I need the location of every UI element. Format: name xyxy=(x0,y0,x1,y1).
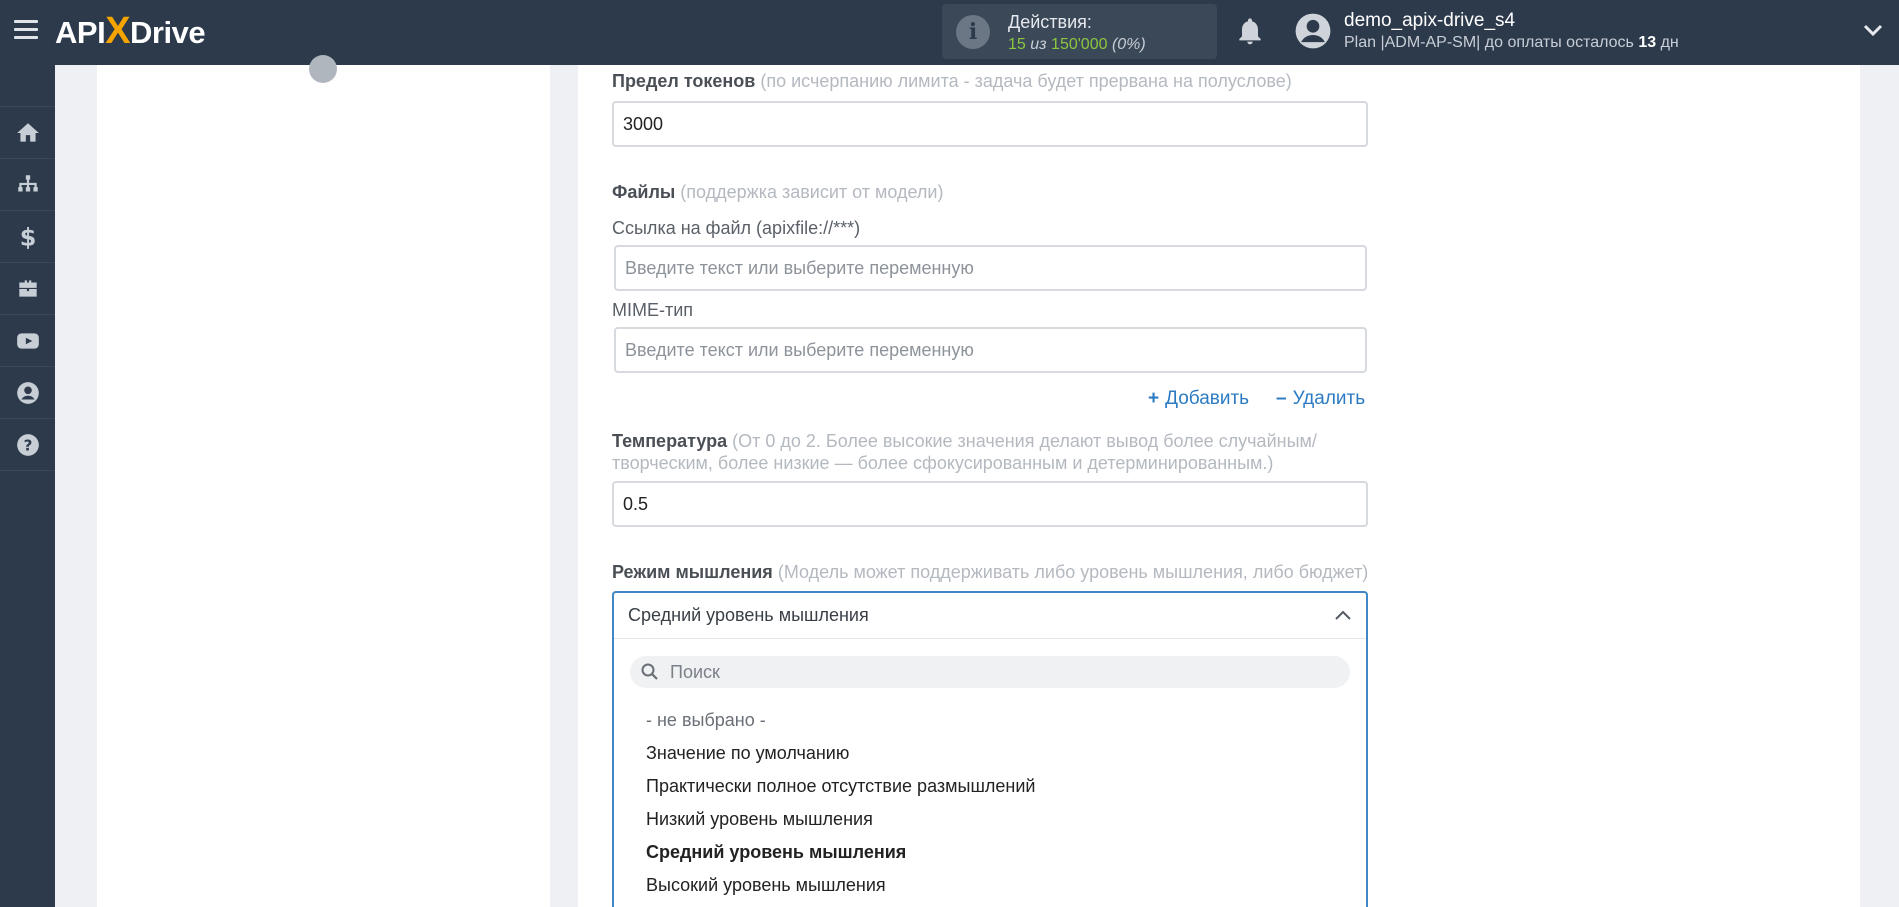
user-name[interactable]: demo_apix-drive_s4 xyxy=(1344,10,1515,32)
logo[interactable]: APIXDrive xyxy=(55,10,206,52)
mime-type-input[interactable]: Введите текст или выберите переменную xyxy=(614,327,1367,373)
actions-of: из xyxy=(1030,36,1047,53)
files-label: Файлы (поддержка зависит от модели) xyxy=(612,182,943,203)
file-link-input[interactable]: Введите текст или выберите переменную xyxy=(614,245,1367,291)
tokens-hint: (по исчерпанию лимита - задача будет пре… xyxy=(760,71,1292,91)
search-icon xyxy=(641,663,658,680)
search-placeholder: Поиск xyxy=(670,662,720,682)
menu-icon[interactable] xyxy=(14,20,38,40)
tokens-label-text: Предел токенов xyxy=(612,71,756,91)
option-minimal[interactable]: Практически полное отсутствие размышлени… xyxy=(646,776,1035,797)
logo-text-left: API xyxy=(55,15,106,50)
user-icon xyxy=(16,381,39,404)
add-file-label: Добавить xyxy=(1165,388,1250,409)
plan-text: Plan |ADM-AP-SM| до оплаты осталось xyxy=(1344,34,1634,51)
top-bar: APIXDrive i Действия: 15 из 150'000 (0%)… xyxy=(0,0,1899,65)
minus-icon: – xyxy=(1276,388,1287,409)
step-dot-icon xyxy=(309,55,337,83)
user-plan: Plan |ADM-AP-SM| до оплаты осталось 13 д… xyxy=(1344,34,1679,52)
avatar[interactable] xyxy=(1294,12,1332,50)
thinking-mode-hint: (Модель может поддерживать либо уровень … xyxy=(777,562,1369,582)
remove-file-label: Удалить xyxy=(1292,388,1366,409)
option-default[interactable]: Значение по умолчанию xyxy=(646,743,849,764)
files-label-text: Файлы xyxy=(612,182,676,202)
temperature-label-text: Температура xyxy=(612,431,728,451)
svg-text:$: $ xyxy=(19,224,36,250)
left-panel xyxy=(97,55,550,907)
tokens-label: Предел токенов (по исчерпанию лимита - з… xyxy=(612,71,1292,92)
sitemap-icon xyxy=(17,174,38,191)
file-link-label: Ссылка на файл (apixfile://***) xyxy=(612,218,861,238)
temperature-input[interactable]: 0.5 xyxy=(612,481,1368,527)
option-low[interactable]: Низкий уровень мышления xyxy=(646,809,873,830)
thinking-mode-label-text: Режим мышления xyxy=(612,562,773,582)
actions-percent: (0%) xyxy=(1111,36,1146,53)
actions-total: 150'000 xyxy=(1051,36,1108,53)
sidebar-item-billing[interactable]: $ xyxy=(0,211,55,263)
thinking-mode-select-head[interactable]: Средний уровень мышления xyxy=(614,593,1366,639)
remove-file-button[interactable]: – Удалить xyxy=(1276,388,1365,410)
sidebar-item-home[interactable] xyxy=(0,107,55,159)
sidebar-item-connections[interactable] xyxy=(0,159,55,211)
actions-label: Действия: xyxy=(1008,12,1092,32)
sidebar-item-profile[interactable] xyxy=(0,367,55,419)
info-icon: i xyxy=(956,15,990,49)
briefcase-icon xyxy=(18,279,37,297)
plan-days-unit: дн xyxy=(1660,34,1679,51)
plus-icon: + xyxy=(1148,388,1160,409)
youtube-icon xyxy=(16,332,39,349)
sidebar-item-help[interactable]: ? xyxy=(0,419,55,471)
plan-days: 13 xyxy=(1638,34,1657,51)
sidebar-item-services[interactable] xyxy=(0,263,55,315)
files-hint: (поддержка зависит от модели) xyxy=(680,182,944,202)
chevron-up-icon[interactable] xyxy=(1334,608,1352,622)
logo-text-right: Drive xyxy=(130,15,206,50)
sidebar-spacer xyxy=(0,65,55,107)
home-icon xyxy=(16,122,39,142)
sidebar: $ ? xyxy=(0,65,55,907)
add-file-button[interactable]: + Добавить xyxy=(1148,388,1249,410)
temperature-label: Температура (От 0 до 2. Более высокие зн… xyxy=(612,430,1372,474)
logo-text-x: X xyxy=(105,10,131,52)
actions-widget[interactable]: i Действия: 15 из 150'000 (0%) xyxy=(942,4,1217,59)
svg-text:?: ? xyxy=(23,436,32,454)
dollar-icon: $ xyxy=(19,224,36,250)
actions-used: 15 xyxy=(1008,36,1026,53)
thinking-mode-select[interactable]: Средний уровень мышления Поиск - не выбр… xyxy=(612,591,1368,907)
help-icon: ? xyxy=(16,433,39,456)
option-high[interactable]: Высокий уровень мышления xyxy=(646,875,886,896)
chevron-down-icon[interactable] xyxy=(1862,22,1884,38)
thinking-mode-label: Режим мышления (Модель может поддерживат… xyxy=(612,562,1368,583)
thinking-mode-selected: Средний уровень мышления xyxy=(628,605,869,625)
option-medium[interactable]: Средний уровень мышления xyxy=(646,842,906,863)
sidebar-item-video[interactable] xyxy=(0,315,55,367)
bell-icon[interactable] xyxy=(1234,15,1266,47)
tokens-input[interactable]: 3000 xyxy=(612,101,1368,147)
option-none[interactable]: - не выбрано - xyxy=(646,710,766,731)
mime-type-label: MIME-тип xyxy=(612,300,694,320)
actions-count: 15 из 150'000 (0%) xyxy=(1008,36,1146,54)
thinking-mode-search-input[interactable]: Поиск xyxy=(630,656,1350,688)
